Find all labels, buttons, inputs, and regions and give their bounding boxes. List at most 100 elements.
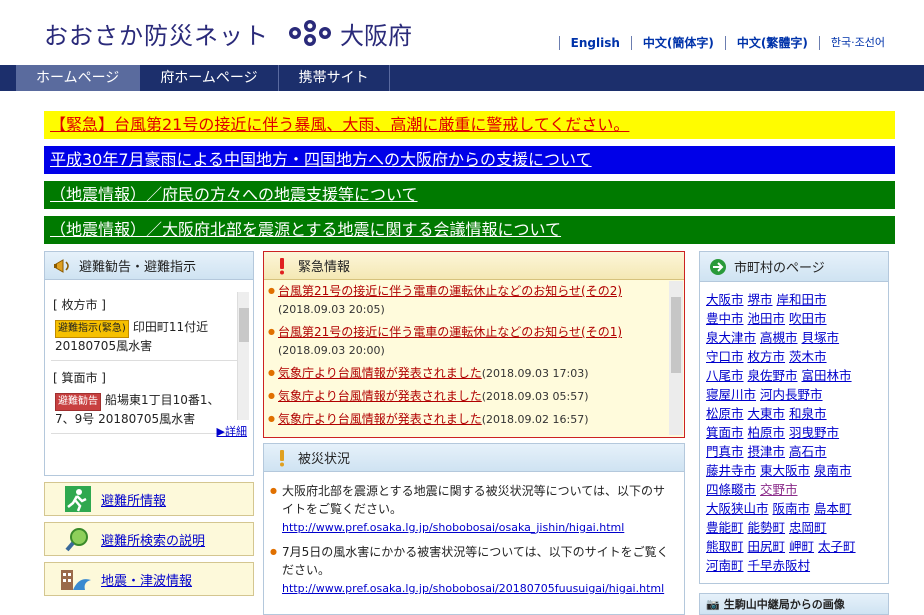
municipality-link[interactable]: 泉大津市: [706, 330, 756, 345]
municipality-link[interactable]: 門真市: [706, 444, 744, 459]
municipality-panel-header: 市町村のページ: [700, 252, 888, 282]
global-nav: ホームページ 府ホームページ 携帯サイト: [0, 65, 924, 91]
lang-english[interactable]: English: [558, 36, 631, 50]
municipality-link[interactable]: 高槻市: [760, 330, 798, 345]
municipality-link[interactable]: 池田市: [748, 311, 786, 326]
municipality-link[interactable]: 田尻町: [748, 539, 786, 554]
emergency-scrollbar[interactable]: [669, 281, 683, 435]
emergency-link[interactable]: 台風第21号の接近に伴う電車の運転休止などのお知らせ(その1): [278, 325, 622, 339]
evac-detail-link[interactable]: ▶詳細: [217, 423, 247, 439]
municipality-link[interactable]: 交野市: [760, 482, 798, 497]
municipality-link[interactable]: 藤井寺市: [706, 463, 756, 478]
evac-city: [ 箕面市 ]: [53, 371, 106, 385]
camera-icon: 📷: [706, 597, 720, 611]
municipality-link[interactable]: 高石市: [789, 444, 827, 459]
side-link-earthquake-tsunami[interactable]: 地震・津波情報: [44, 562, 254, 596]
municipality-row: 泉大津市 高槻市 貝塚市: [706, 328, 886, 347]
municipality-link[interactable]: 千早赤阪村: [748, 558, 811, 573]
municipality-link[interactable]: 太子町: [818, 539, 856, 554]
municipality-link[interactable]: 阪南市: [773, 501, 811, 516]
emergency-link[interactable]: 気象庁より台風情報が発表されました: [278, 389, 482, 403]
municipality-row: 豊中市 池田市 吹田市: [706, 309, 886, 328]
municipality-link[interactable]: 枚方市: [748, 349, 786, 364]
side-link-shelter-search[interactable]: 避難所検索の説明: [44, 522, 254, 556]
damage-list: 大阪府北部を震源とする地震に関する被災状況等については、以下のサイトをご覧くださ…: [270, 482, 676, 604]
municipality-row: 松原市 大東市 和泉市: [706, 404, 886, 423]
side-link-shelter-info[interactable]: 避難所情報: [44, 482, 254, 516]
nav-mobile-site[interactable]: 携帯サイト: [279, 65, 390, 91]
list-item: 大阪府北部を震源とする地震に関する被災状況等については、以下のサイトをご覧くださ…: [270, 482, 676, 537]
municipality-link[interactable]: 四條畷市: [706, 482, 756, 497]
municipality-link[interactable]: 豊中市: [706, 311, 744, 326]
osaka-prefecture-logo-icon: [289, 20, 331, 46]
banner-typhoon-warning[interactable]: 【緊急】台風第21号の接近に伴う暴風、大雨、高潮に厳重に警戒してください。: [44, 111, 895, 139]
municipality-link[interactable]: 忠岡町: [789, 520, 827, 535]
nav-pref-home[interactable]: 府ホームページ: [140, 65, 279, 91]
municipality-link-grid: 大阪市 堺市 岸和田市 豊中市 池田市 吹田市 泉大津市 高槻市 貝塚市 守口市 枚方市 茨木市 八尾市…: [706, 290, 886, 575]
municipality-link[interactable]: 大阪市: [706, 292, 744, 307]
evacuation-scrollbar[interactable]: [237, 292, 249, 420]
municipality-link[interactable]: 河南町: [706, 558, 744, 573]
emergency-link[interactable]: 台風第21号の接近に伴う電車の運転休止などのお知らせ(その2): [278, 284, 622, 298]
evac-tag-emergency: 避難指示(緊急): [55, 320, 129, 338]
lang-chinese-simplified[interactable]: 中文(簡体字): [630, 36, 725, 50]
nav-home[interactable]: ホームページ: [16, 65, 141, 91]
banner-flood-support[interactable]: 平成30年7月豪雨による中国地方・四国地方への大阪府からの支援について: [44, 146, 895, 174]
municipality-link[interactable]: 泉南市: [814, 463, 852, 478]
municipality-link[interactable]: 富田林市: [802, 368, 852, 383]
municipality-link[interactable]: 箕面市: [706, 425, 744, 440]
municipality-link[interactable]: 柏原市: [748, 425, 786, 440]
municipality-row: 大阪狭山市 阪南市 島本町: [706, 499, 886, 518]
side-link-label[interactable]: 避難所情報: [101, 490, 166, 509]
evacuation-list[interactable]: [ 枚方市 ] 避難指示(緊急) 印田町11付近 20180705風水害 [ 箕面…: [51, 292, 237, 462]
municipality-link[interactable]: 東大阪市: [760, 463, 810, 478]
municipality-link[interactable]: 豊能町: [706, 520, 744, 535]
municipality-link[interactable]: 摂津市: [748, 444, 786, 459]
damage-url-link[interactable]: http://www.pref.osaka.lg.jp/shobobosai/2…: [282, 582, 664, 595]
emergency-info-panel: 緊急情報 台風第21号の接近に伴う電車の運転休止などのお知らせ(その2) (201…: [263, 251, 685, 438]
emergency-date: (2018.09.03 20:05): [278, 303, 385, 316]
magnifier-icon: [65, 528, 88, 552]
language-links: English 中文(簡体字) 中文(繁體字) 한국·조선어: [558, 36, 896, 50]
exclamation-icon: [280, 257, 284, 274]
banner-earthquake-support[interactable]: （地震情報）／府民の方々への地震支援等について: [44, 181, 895, 209]
list-item: 気象庁より台風情報が発表されました(2018.09.03 05:57): [268, 387, 666, 406]
municipality-row: 守口市 枚方市 茨木市: [706, 347, 886, 366]
side-link-label[interactable]: 地震・津波情報: [101, 570, 192, 589]
municipality-link[interactable]: 守口市: [706, 349, 744, 364]
site-title[interactable]: おおさか防災ネット: [44, 16, 269, 51]
municipality-link[interactable]: 河内長野市: [760, 387, 823, 402]
municipality-link[interactable]: 大東市: [748, 406, 786, 421]
municipality-link[interactable]: 貝塚市: [802, 330, 840, 345]
municipality-link[interactable]: 岸和田市: [777, 292, 827, 307]
municipality-link[interactable]: 羽曳野市: [789, 425, 839, 440]
municipality-link[interactable]: 泉佐野市: [748, 368, 798, 383]
municipality-link[interactable]: 茨木市: [789, 349, 827, 364]
damage-status-panel: 被災状況 大阪府北部を震源とする地震に関する被災状況等については、以下のサイトを…: [263, 443, 685, 615]
municipality-link[interactable]: 堺市: [748, 292, 773, 307]
lang-korean[interactable]: 한국·조선어: [818, 36, 896, 50]
municipality-link[interactable]: 松原市: [706, 406, 744, 421]
municipality-link[interactable]: 島本町: [814, 501, 852, 516]
municipality-link[interactable]: 和泉市: [789, 406, 827, 421]
emergency-link[interactable]: 気象庁より台風情報が発表されました: [278, 366, 482, 380]
lang-chinese-traditional[interactable]: 中文(繁體字): [724, 36, 819, 50]
municipality-row: 八尾市 泉佐野市 富田林市: [706, 366, 886, 385]
emergency-list: 台風第21号の接近に伴う電車の運転休止などのお知らせ(その2) (2018.09.…: [268, 282, 666, 433]
municipality-link[interactable]: 能勢町: [748, 520, 786, 535]
municipality-link[interactable]: 寝屋川市: [706, 387, 756, 402]
municipality-link[interactable]: 八尾市: [706, 368, 744, 383]
municipality-link[interactable]: 岬町: [789, 539, 814, 554]
municipality-link[interactable]: 熊取町: [706, 539, 744, 554]
running-exit-icon: [65, 486, 91, 512]
emergency-panel-header: 緊急情報: [264, 252, 684, 280]
ikoma-camera-link[interactable]: 📷 生駒山中継局からの画像: [699, 593, 889, 615]
municipality-link[interactable]: 吹田市: [789, 311, 827, 326]
municipality-link[interactable]: 大阪狭山市: [706, 501, 769, 516]
damage-text: 大阪府北部を震源とする地震に関する被災状況等については、以下のサイトをご覧くださ…: [282, 484, 666, 516]
evacuation-panel: 避難勧告・避難指示 [ 枚方市 ] 避難指示(緊急) 印田町11付近 201807…: [44, 251, 254, 476]
side-link-label[interactable]: 避難所検索の説明: [101, 530, 205, 549]
damage-url-link[interactable]: http://www.pref.osaka.lg.jp/shobobosai/o…: [282, 521, 624, 534]
emergency-link[interactable]: 気象庁より台風情報が発表されました: [278, 412, 482, 426]
banner-earthquake-meeting[interactable]: （地震情報）／大阪府北部を震源とする地震に関する会議情報について: [44, 216, 895, 244]
